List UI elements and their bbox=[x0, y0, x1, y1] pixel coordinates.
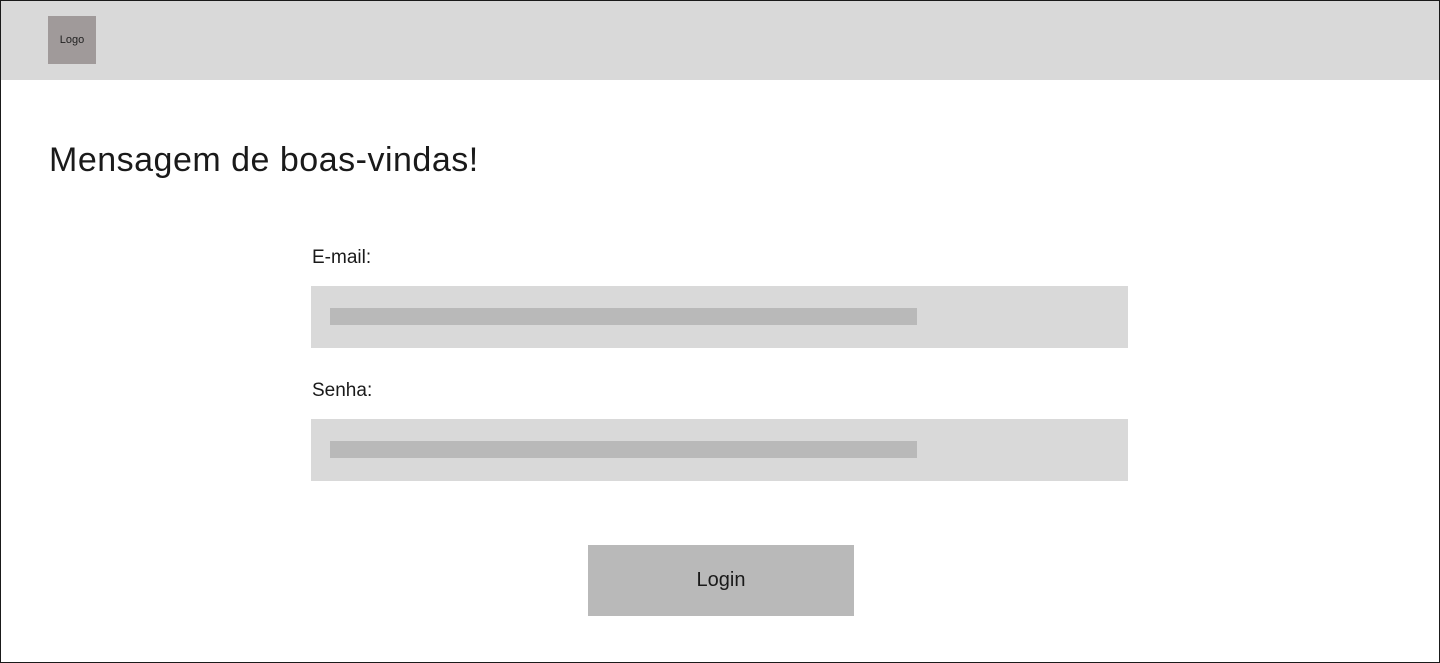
page-frame: Logo Mensagem de boas-vindas! E-mail: Se… bbox=[0, 0, 1440, 663]
welcome-title: Mensagem de boas-vindas! bbox=[49, 141, 479, 179]
logo-text: Logo bbox=[59, 34, 85, 46]
email-placeholder-bar bbox=[330, 308, 917, 325]
login-button[interactable]: Login bbox=[588, 545, 854, 616]
email-field[interactable] bbox=[311, 286, 1128, 348]
password-placeholder-bar bbox=[330, 441, 917, 458]
top-header-bar: Logo bbox=[1, 1, 1439, 80]
password-field[interactable] bbox=[311, 419, 1128, 481]
logo[interactable]: Logo bbox=[48, 16, 96, 64]
password-label: Senha: bbox=[312, 380, 373, 401]
email-label: E-mail: bbox=[312, 247, 372, 268]
